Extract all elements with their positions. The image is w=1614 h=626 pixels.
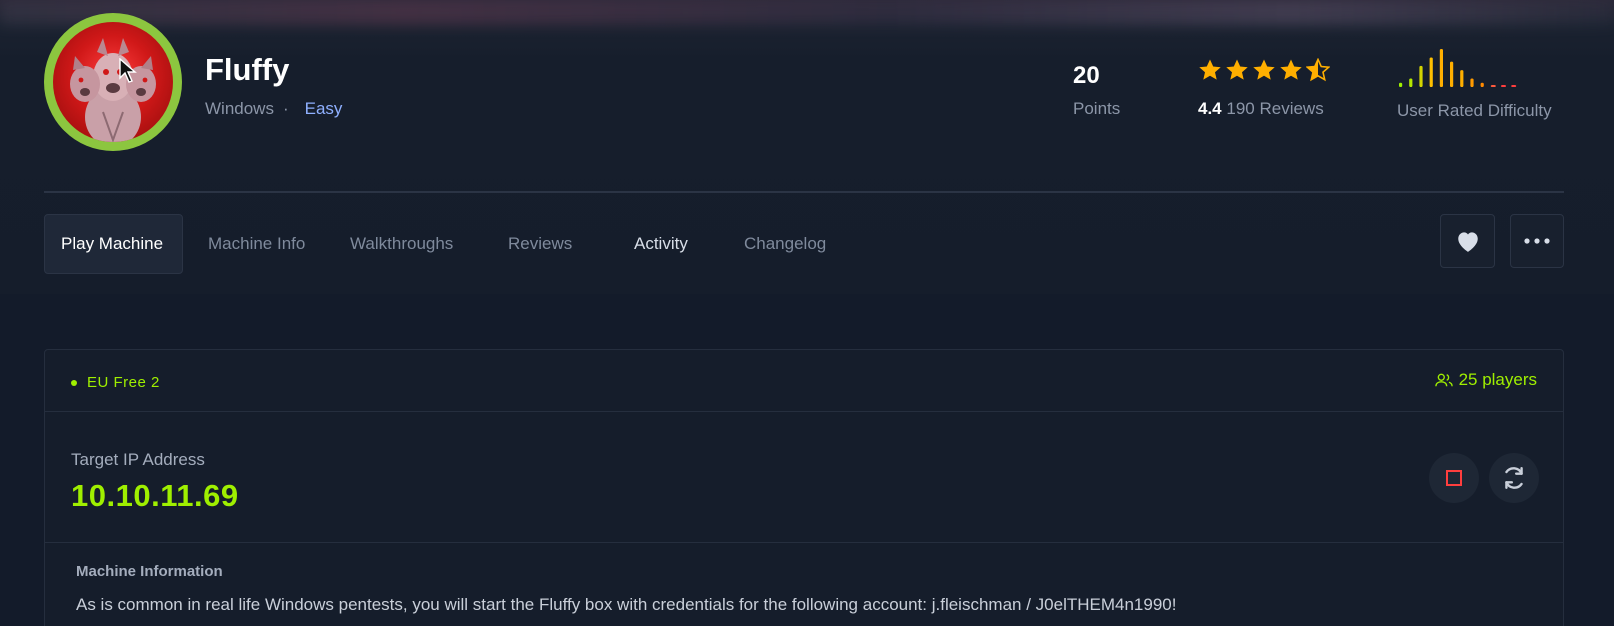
tab-changelog[interactable]: Changelog bbox=[744, 214, 826, 274]
difficulty-label: Easy bbox=[304, 99, 343, 118]
more-horizontal-icon bbox=[1524, 238, 1550, 244]
players-count[interactable]: 25 players bbox=[1434, 370, 1537, 390]
instance-card: EU Free 2 25 players Target IP Address 1… bbox=[44, 349, 1564, 626]
tab-play-machine[interactable]: Play Machine bbox=[44, 214, 183, 274]
machine-title: Fluffy bbox=[205, 52, 290, 87]
card-divider bbox=[45, 542, 1563, 543]
points-label: Points bbox=[1073, 99, 1121, 118]
difficulty-bar bbox=[1490, 85, 1496, 87]
user-difficulty-chart bbox=[1399, 49, 1517, 87]
refresh-icon bbox=[1505, 467, 1523, 489]
stop-machine-button[interactable] bbox=[1429, 453, 1479, 503]
status-dot bbox=[71, 379, 77, 386]
machine-avatar bbox=[44, 13, 182, 151]
difficulty-bar bbox=[1429, 57, 1433, 87]
target-ip-label: Target IP Address bbox=[71, 450, 205, 469]
difficulty-bar bbox=[1511, 85, 1517, 87]
header-divider bbox=[44, 191, 1564, 193]
difficulty-bar bbox=[1439, 49, 1443, 87]
machine-info-heading: Machine Information bbox=[76, 563, 223, 580]
machine-info-text: As is common in real life Windows pentes… bbox=[76, 595, 1177, 614]
instance-card-header: EU Free 2 25 players bbox=[45, 350, 1563, 412]
favorite-button[interactable] bbox=[1440, 214, 1495, 268]
stop-icon bbox=[1446, 470, 1462, 486]
review-count: 190 Reviews bbox=[1226, 99, 1324, 118]
heart-icon bbox=[1457, 232, 1478, 252]
difficulty-bar bbox=[1399, 82, 1403, 87]
star-icon bbox=[1199, 59, 1221, 80]
star-icon bbox=[1280, 59, 1302, 80]
half-star-icon bbox=[1306, 58, 1330, 82]
rating-summary: 4.4 190 Reviews bbox=[1198, 99, 1324, 119]
rating-value: 4.4 bbox=[1198, 99, 1222, 118]
star-icon bbox=[1253, 59, 1275, 80]
more-options-button[interactable] bbox=[1510, 214, 1564, 268]
meta-separator: · bbox=[282, 99, 289, 118]
users-icon bbox=[1434, 373, 1453, 387]
server-name: EU Free 2 bbox=[87, 374, 160, 391]
mouse-cursor-icon bbox=[119, 58, 137, 83]
difficulty-bar bbox=[1501, 85, 1506, 87]
difficulty-bar bbox=[1480, 82, 1484, 87]
points-value: 20 bbox=[1073, 62, 1100, 89]
difficulty-bar bbox=[1460, 70, 1464, 87]
star-icon bbox=[1226, 59, 1248, 80]
os-label: Windows bbox=[205, 99, 274, 118]
difficulty-bar bbox=[1409, 78, 1413, 87]
difficulty-bar bbox=[1450, 61, 1454, 87]
server-indicator[interactable]: EU Free 2 bbox=[71, 374, 160, 391]
difficulty-bar bbox=[1470, 78, 1474, 87]
target-ip-value[interactable]: 10.10.11.69 bbox=[71, 478, 239, 514]
cerberus-avatar-icon bbox=[53, 22, 173, 142]
tab-activity[interactable]: Activity bbox=[634, 214, 688, 274]
user-difficulty-label: User Rated Difficulty bbox=[1397, 101, 1552, 120]
players-label: 25 players bbox=[1458, 370, 1537, 389]
tab-reviews[interactable]: Reviews bbox=[508, 214, 572, 274]
header-glow bbox=[0, 0, 1614, 26]
tab-walkthroughs[interactable]: Walkthroughs bbox=[350, 214, 453, 274]
reset-machine-button[interactable] bbox=[1489, 453, 1539, 503]
difficulty-bar bbox=[1419, 65, 1423, 87]
rating-stars bbox=[1198, 58, 1330, 82]
machine-meta: Windows · Easy bbox=[205, 99, 342, 119]
tab-machine-info[interactable]: Machine Info bbox=[208, 214, 305, 274]
